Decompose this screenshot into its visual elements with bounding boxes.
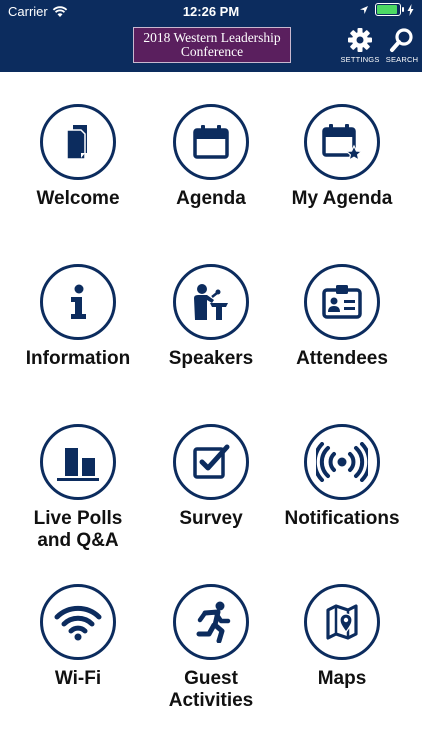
tile-survey[interactable]: Survey [141,424,281,530]
tile-maps[interactable]: Maps [272,584,412,690]
checkbox-icon [191,443,231,481]
tile-guest-activities[interactable]: Guest Activities [141,584,281,712]
charging-bolt-icon [407,3,414,16]
tile-label: Agenda [176,188,246,209]
gear-icon [347,27,373,53]
tile-agenda[interactable]: Agenda [141,104,281,210]
tile-information[interactable]: Information [8,264,148,370]
tile-label: Live Polls and Q&A [33,508,123,551]
search-label: SEARCH [385,55,419,64]
tile-welcome[interactable]: Welcome [8,104,148,210]
location-arrow-icon [359,5,369,15]
tile-my-agenda[interactable]: My Agenda [272,104,412,210]
tile-label: Notifications [284,508,400,529]
tile-label: Speakers [168,348,254,369]
broadcast-icon [316,442,368,482]
status-bar: Carrier 12:26 PM [0,0,422,22]
tile-label: Welcome [36,188,120,209]
tile-label: Wi-Fi [54,668,102,689]
tile-speakers[interactable]: Speakers [141,264,281,370]
banner-line-2: Conference [180,44,244,59]
tile-wifi[interactable]: Wi-Fi [8,584,148,690]
document-icon [61,123,95,161]
speaker-podium-icon [190,282,232,322]
tile-label: Survey [179,508,243,529]
wifi-icon [53,603,103,641]
id-badge-icon [321,284,363,320]
settings-label: SETTINGS [340,55,380,64]
running-person-icon [189,601,233,643]
app-header: Carrier 12:26 PM 2018 Western Leadership… [0,0,422,72]
tile-label: Guest Activities [168,668,254,711]
calendar-star-icon [321,122,363,162]
tile-label: Information [25,348,131,369]
settings-button[interactable]: SETTINGS [340,27,380,64]
tile-label: Maps [317,668,367,689]
info-icon [67,284,89,320]
bar-chart-icon [55,442,101,482]
tile-label: Attendees [296,348,388,369]
battery-icon [375,3,404,16]
search-icon [389,27,415,53]
calendar-icon [191,123,231,161]
map-icon [322,602,362,642]
tile-label: My Agenda [291,188,393,209]
tile-notifications[interactable]: Notifications [272,424,412,530]
banner-line-1: 2018 Western Leadership [143,30,281,45]
tile-live-polls[interactable]: Live Polls and Q&A [8,424,148,552]
search-button[interactable]: SEARCH [382,27,422,64]
tile-attendees[interactable]: Attendees [272,264,412,370]
conference-banner: 2018 Western Leadership Conference [133,27,291,63]
